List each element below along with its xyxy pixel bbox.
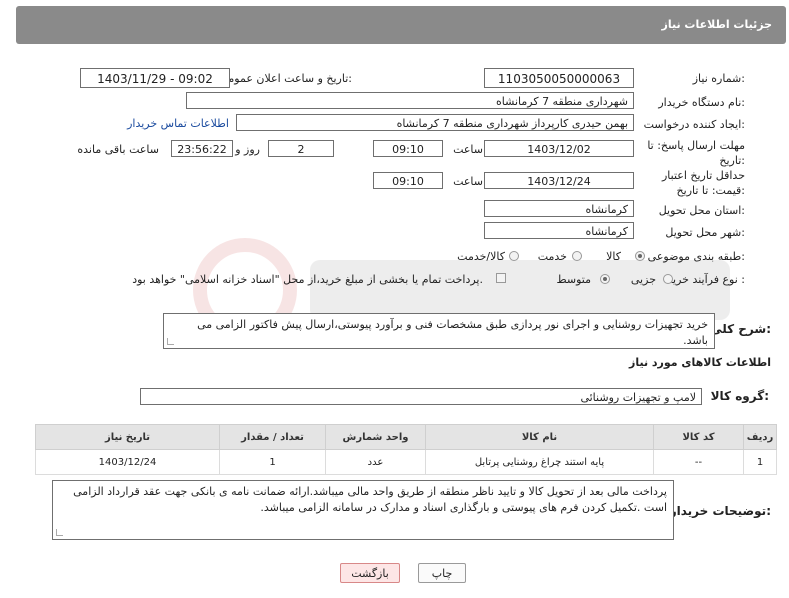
buyer-org-label: نام دستگاه خریدار: (658, 96, 745, 109)
city-field: کرمانشاه (484, 222, 634, 239)
page-header: جزئیات اطلاعات نیاز (16, 6, 786, 44)
category-option-goods: کالا (606, 250, 621, 263)
treasury-payment-checkbox[interactable] (496, 273, 506, 283)
validity-time-label: ساعت (453, 175, 483, 188)
deadline-time-field: 09:10 (373, 140, 443, 157)
process-option-minor: جزیی (630, 273, 656, 286)
remaining-label: ساعت باقی مانده (77, 143, 159, 156)
col-item-name: نام کالا (425, 424, 654, 450)
category-option-goods-service: کالا/خدمت (457, 250, 505, 263)
announce-field: 1403/11/29 - 09:02 (80, 68, 230, 88)
goods-table: ردیف کد کالا نام کالا واحد شمارش تعداد /… (35, 424, 777, 475)
col-unit: واحد شمارش (325, 424, 426, 450)
back-button[interactable]: بازگشت (340, 563, 400, 583)
category-radio-goods-service[interactable] (509, 251, 519, 261)
cell-unit: عدد (325, 449, 426, 475)
cell-item-code: -- (653, 449, 744, 475)
validity-label: حداقل تاریخ اعتبار قیمت: تا تاریخ: (661, 169, 745, 197)
buyer-notes-textarea[interactable]: پرداخت مالی بعد از تحویل کالا و تایید نا… (52, 480, 674, 540)
cell-need-date: 1403/12/24 (35, 449, 220, 475)
city-label: شهر محل تحویل: (665, 226, 745, 239)
validity-date-field: 1403/12/24 (484, 172, 634, 189)
col-item-code: کد کالا (653, 424, 744, 450)
buyer-org-field: شهرداری منطقه 7 کرمانشاه (186, 92, 634, 109)
need-number-label: شماره نیاز: (692, 72, 745, 85)
province-label: استان محل تحویل: (658, 204, 745, 217)
table-row: 1 -- پایه استند چراغ روشنایی پرتابل عدد … (35, 449, 777, 475)
deadline-label: مهلت ارسال پاسخ: تا تاریخ: (647, 139, 745, 167)
requester-field: بهمن حیدری کارپرداز شهرداری منطقه 7 کرما… (236, 114, 634, 131)
goods-group-label: گروه کالا: (710, 389, 769, 403)
cell-row-number: 1 (743, 449, 777, 475)
days-field: 2 (268, 140, 334, 157)
treasury-payment-note: پرداخت تمام یا بخشی از مبلغ خرید،از محل … (132, 273, 483, 286)
col-row-number: ردیف (743, 424, 777, 450)
category-label: طبقه بندی موضوعی: (647, 250, 745, 263)
process-option-medium: متوسط (556, 273, 591, 286)
announce-label: تاریخ و ساعت اعلان عمومی: (219, 72, 352, 85)
summary-textarea[interactable]: خرید تجهیزات روشنایی و اجرای نور پردازی … (163, 313, 715, 349)
col-need-date: تاریخ نیاز (35, 424, 220, 450)
goods-group-field: لامپ و تجهیزات روشنائی (140, 388, 702, 405)
process-label: نوع فرآیند خرید : (667, 273, 745, 286)
deadline-time-label: ساعت (453, 143, 483, 156)
validity-time-field: 09:10 (373, 172, 443, 189)
category-radio-service[interactable] (572, 251, 582, 261)
buyer-contact-link[interactable]: اطلاعات تماس خریدار (127, 117, 229, 130)
page-title: جزئیات اطلاعات نیاز (661, 18, 773, 31)
need-number-field: 1103050050000063 (484, 68, 634, 88)
remaining-time-field: 23:56:22 (171, 140, 233, 157)
goods-section-title: اطلاعات کالاهای مورد نیاز (629, 356, 771, 369)
days-label: روز و (235, 143, 260, 156)
cell-item-name: پایه استند چراغ روشنایی پرتابل (425, 449, 654, 475)
requester-label: ایجاد کننده درخواست: (643, 118, 745, 131)
col-quantity: تعداد / مقدار (219, 424, 326, 450)
print-button[interactable]: چاپ (418, 563, 466, 583)
process-radio-medium[interactable] (600, 274, 610, 284)
cell-quantity: 1 (219, 449, 326, 475)
category-option-service: خدمت (537, 250, 567, 263)
province-field: کرمانشاه (484, 200, 634, 217)
category-radio-goods[interactable] (635, 251, 645, 261)
buyer-notes-label: توضیحات خریدار: (669, 504, 771, 518)
deadline-date-field: 1403/12/02 (484, 140, 634, 157)
goods-table-header: ردیف کد کالا نام کالا واحد شمارش تعداد /… (35, 424, 777, 450)
process-radio-minor[interactable] (663, 274, 673, 284)
